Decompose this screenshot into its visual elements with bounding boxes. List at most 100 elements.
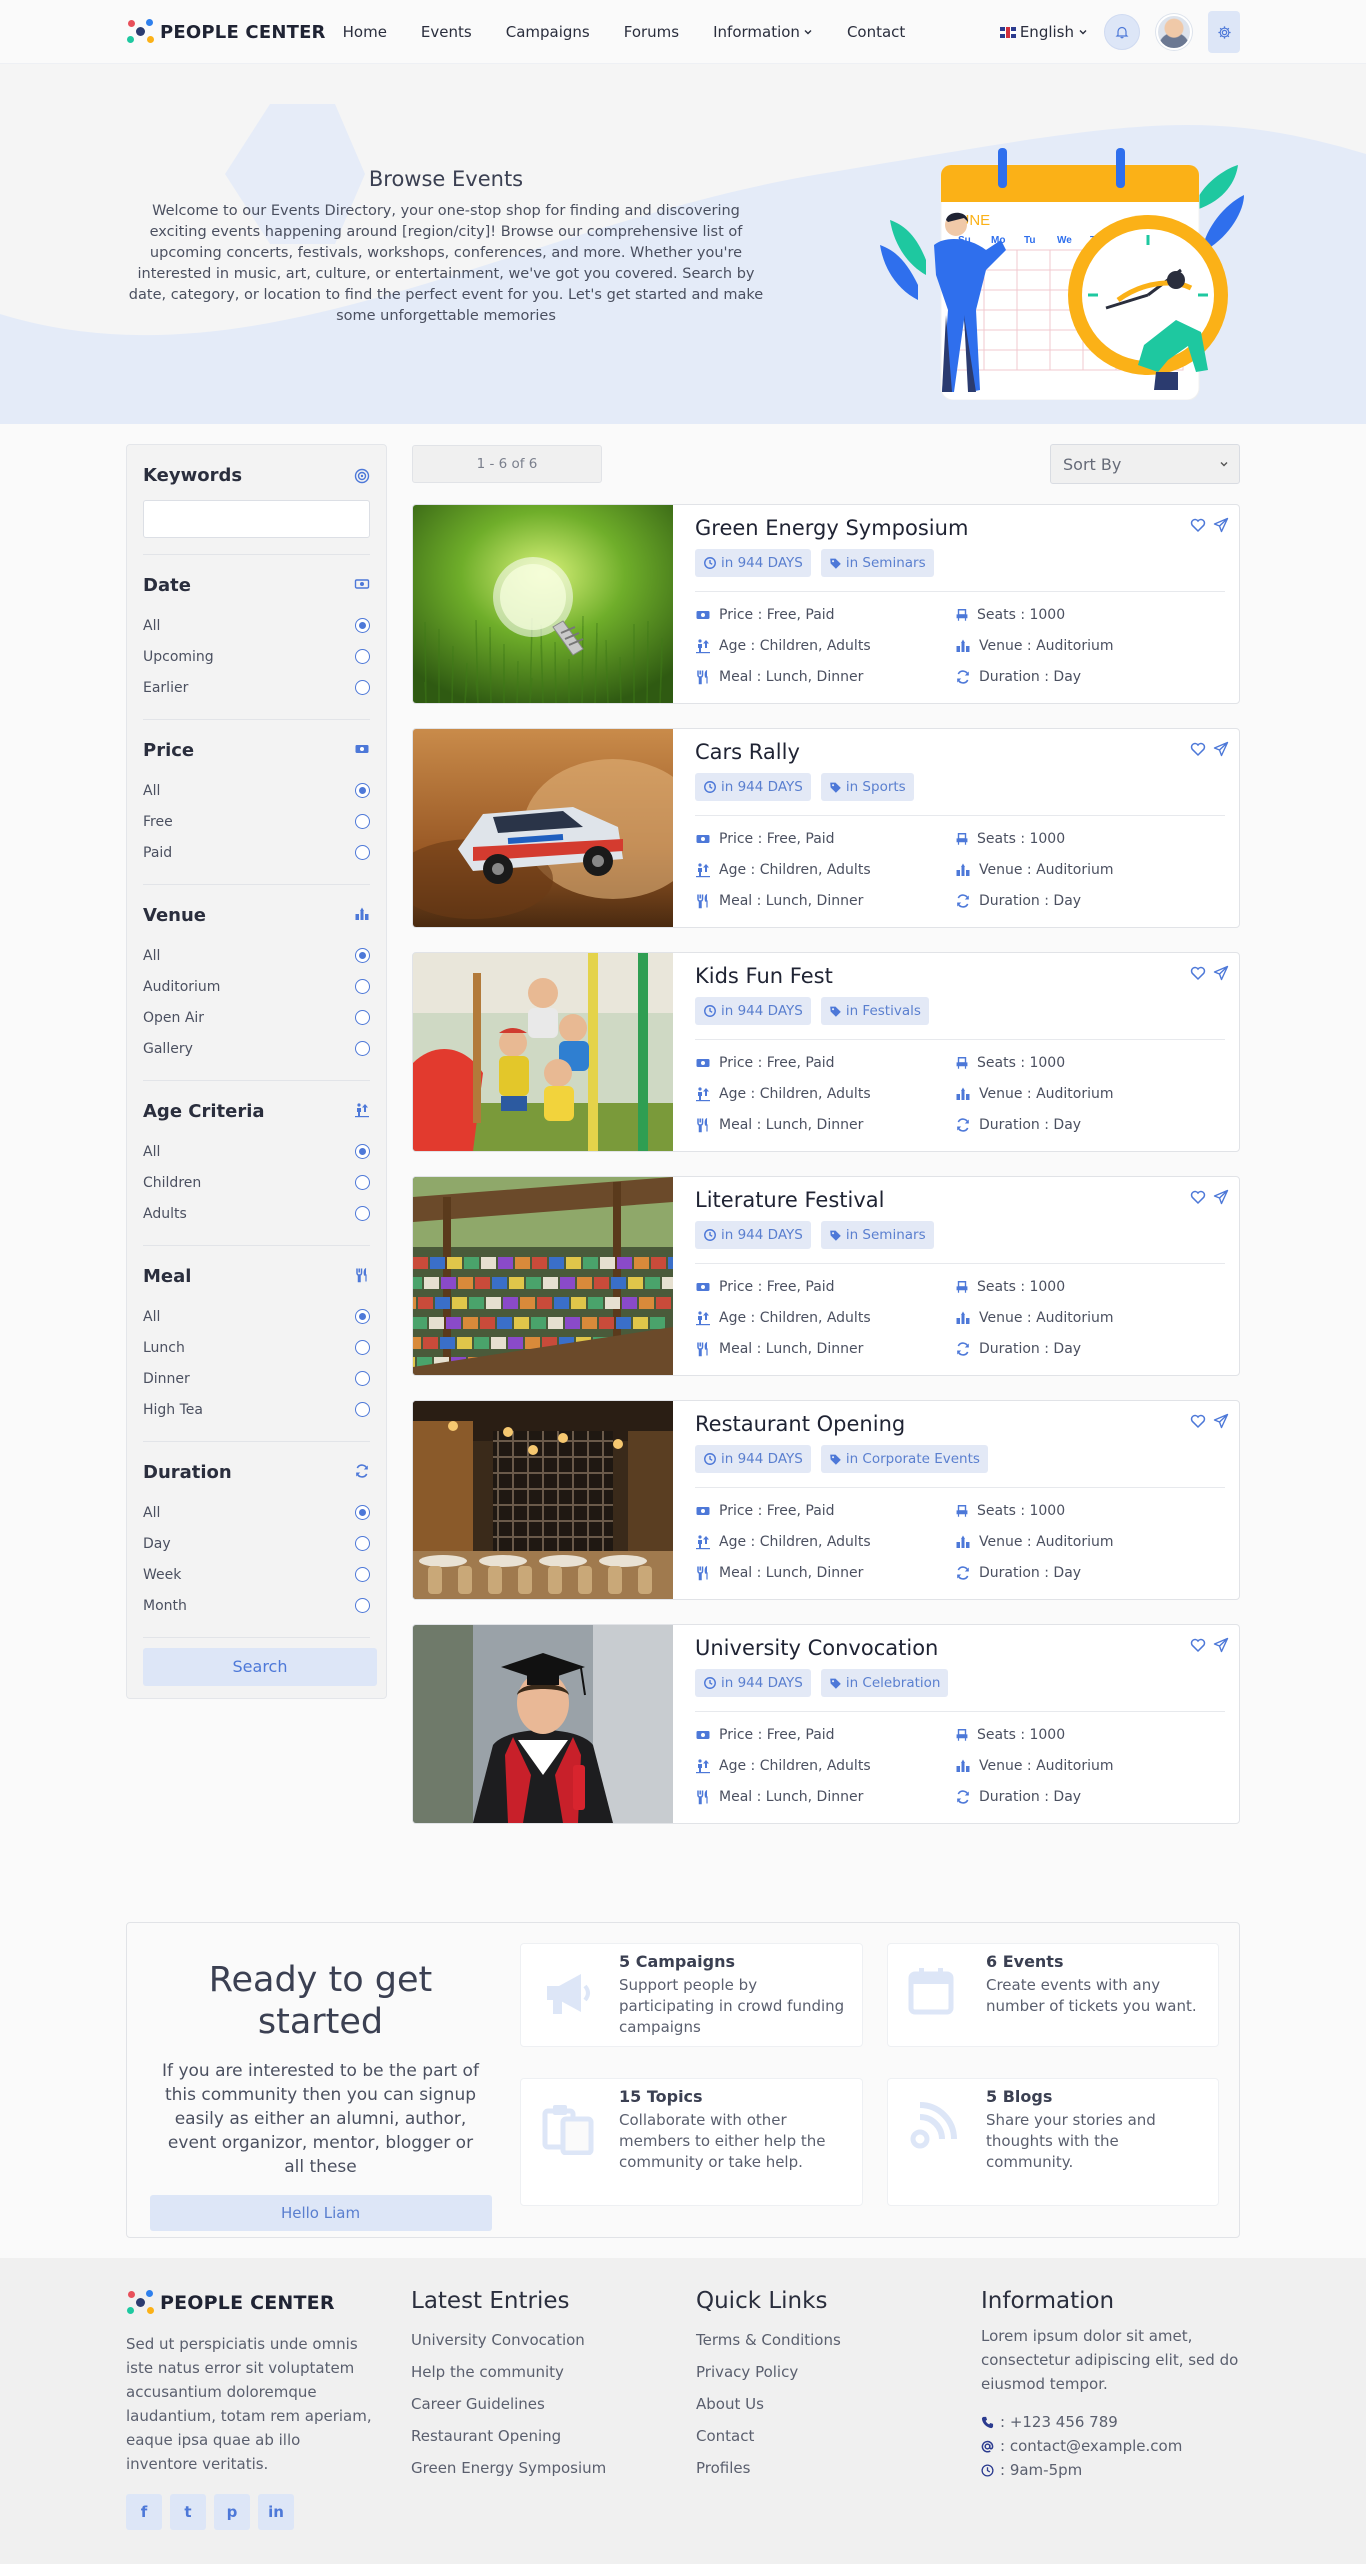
feature-card[interactable]: 6 Events Create events with any number o… bbox=[887, 1943, 1219, 2047]
footer-link[interactable]: Terms & Conditions bbox=[696, 2324, 981, 2356]
user-avatar[interactable] bbox=[1156, 14, 1192, 50]
nav-information[interactable]: Information bbox=[696, 23, 830, 41]
send-icon[interactable] bbox=[1213, 1637, 1229, 1653]
heart-icon[interactable] bbox=[1190, 965, 1206, 981]
feature-card[interactable]: 5 Campaigns Support people by participat… bbox=[520, 1943, 863, 2047]
filter-option[interactable]: Auditorium bbox=[143, 971, 370, 1002]
filter-option[interactable]: Earlier bbox=[143, 672, 370, 703]
radio-button[interactable] bbox=[355, 1567, 370, 1582]
footer-link[interactable]: Profiles bbox=[696, 2452, 981, 2484]
filter-option[interactable]: Month bbox=[143, 1590, 370, 1621]
nav-campaigns[interactable]: Campaigns bbox=[489, 23, 607, 41]
event-card[interactable]: University Convocation in 944 DAYS in Ce… bbox=[412, 1624, 1240, 1824]
filter-option[interactable]: Day bbox=[143, 1528, 370, 1559]
event-card[interactable]: Green Energy Symposium in 944 DAYS in Se… bbox=[412, 504, 1240, 704]
send-icon[interactable] bbox=[1213, 1189, 1229, 1205]
heart-icon[interactable] bbox=[1190, 741, 1206, 757]
radio-button[interactable] bbox=[355, 1041, 370, 1056]
nav-forums[interactable]: Forums bbox=[607, 23, 696, 41]
footer-link[interactable]: Contact bbox=[696, 2420, 981, 2452]
search-button[interactable]: Search bbox=[143, 1648, 377, 1686]
filter-option[interactable]: Paid bbox=[143, 837, 370, 868]
radio-button[interactable] bbox=[355, 1505, 370, 1520]
event-category-badge[interactable]: in Celebration bbox=[820, 1669, 949, 1697]
send-icon[interactable] bbox=[1213, 517, 1229, 533]
footer-link[interactable]: Restaurant Opening bbox=[411, 2420, 696, 2452]
hello-user-button[interactable]: Hello Liam bbox=[149, 2195, 492, 2231]
event-title[interactable]: Cars Rally bbox=[695, 740, 1225, 764]
radio-button[interactable] bbox=[355, 618, 370, 633]
filter-option[interactable]: Adults bbox=[143, 1198, 370, 1229]
footer-link[interactable]: Help the community bbox=[411, 2356, 696, 2388]
heart-icon[interactable] bbox=[1190, 517, 1206, 533]
event-image[interactable] bbox=[413, 953, 673, 1151]
event-category-badge[interactable]: in Festivals bbox=[820, 997, 929, 1025]
filter-option[interactable]: Open Air bbox=[143, 1002, 370, 1033]
filter-option[interactable]: All bbox=[143, 1136, 370, 1167]
filter-option[interactable]: All bbox=[143, 775, 370, 806]
event-title[interactable]: Literature Festival bbox=[695, 1188, 1225, 1212]
radio-button[interactable] bbox=[355, 1010, 370, 1025]
pinterest-icon[interactable]: p bbox=[214, 2494, 250, 2530]
event-title[interactable]: University Convocation bbox=[695, 1636, 1225, 1660]
event-image[interactable] bbox=[413, 1625, 673, 1823]
filter-option[interactable]: All bbox=[143, 1301, 370, 1332]
twitter-icon[interactable]: t bbox=[170, 2494, 206, 2530]
send-icon[interactable] bbox=[1213, 965, 1229, 981]
event-category-badge[interactable]: in Sports bbox=[820, 773, 914, 801]
event-image[interactable] bbox=[413, 1401, 673, 1599]
radio-button[interactable] bbox=[355, 649, 370, 664]
footer-link[interactable]: About Us bbox=[696, 2388, 981, 2420]
filter-option[interactable]: Free bbox=[143, 806, 370, 837]
event-title[interactable]: Green Energy Symposium bbox=[695, 516, 1225, 540]
heart-icon[interactable] bbox=[1190, 1637, 1206, 1653]
send-icon[interactable] bbox=[1213, 741, 1229, 757]
send-icon[interactable] bbox=[1213, 1413, 1229, 1429]
radio-button[interactable] bbox=[355, 979, 370, 994]
filter-option[interactable]: All bbox=[143, 610, 370, 641]
nav-home[interactable]: Home bbox=[342, 23, 404, 41]
feature-card[interactable]: 15 Topics Collaborate with other members… bbox=[520, 2078, 863, 2206]
radio-button[interactable] bbox=[355, 680, 370, 695]
radio-button[interactable] bbox=[355, 948, 370, 963]
filter-option[interactable]: Children bbox=[143, 1167, 370, 1198]
radio-button[interactable] bbox=[355, 1402, 370, 1417]
radio-button[interactable] bbox=[355, 1536, 370, 1551]
radio-button[interactable] bbox=[355, 1598, 370, 1613]
filter-option[interactable]: Lunch bbox=[143, 1332, 370, 1363]
heart-icon[interactable] bbox=[1190, 1189, 1206, 1205]
notifications-button[interactable] bbox=[1104, 14, 1140, 50]
event-category-badge[interactable]: in Seminars bbox=[820, 1221, 934, 1249]
footer-link[interactable]: University Convocation bbox=[411, 2324, 696, 2356]
filter-option[interactable]: Upcoming bbox=[143, 641, 370, 672]
event-category-badge[interactable]: in Corporate Events bbox=[820, 1445, 988, 1473]
radio-button[interactable] bbox=[355, 1206, 370, 1221]
event-title[interactable]: Restaurant Opening bbox=[695, 1412, 1225, 1436]
event-image[interactable] bbox=[413, 1177, 673, 1375]
filter-option[interactable]: Gallery bbox=[143, 1033, 370, 1064]
radio-button[interactable] bbox=[355, 1371, 370, 1386]
radio-button[interactable] bbox=[355, 1175, 370, 1190]
footer-link[interactable]: Privacy Policy bbox=[696, 2356, 981, 2388]
filter-option[interactable]: Week bbox=[143, 1559, 370, 1590]
nav-contact[interactable]: Contact bbox=[830, 23, 922, 41]
event-image[interactable] bbox=[413, 505, 673, 703]
feature-card[interactable]: 5 Blogs Share your stories and thoughts … bbox=[887, 2078, 1219, 2206]
brand-logo[interactable]: PEOPLE CENTER bbox=[126, 17, 326, 47]
event-card[interactable]: Restaurant Opening in 944 DAYS in Corpor… bbox=[412, 1400, 1240, 1600]
settings-button[interactable] bbox=[1208, 11, 1240, 53]
heart-icon[interactable] bbox=[1190, 1413, 1206, 1429]
facebook-icon[interactable]: f bbox=[126, 2494, 162, 2530]
radio-button[interactable] bbox=[355, 1309, 370, 1324]
sort-dropdown[interactable]: Sort By bbox=[1050, 444, 1240, 484]
event-category-badge[interactable]: in Seminars bbox=[820, 549, 934, 577]
radio-button[interactable] bbox=[355, 1340, 370, 1355]
filter-option[interactable]: All bbox=[143, 940, 370, 971]
language-selector[interactable]: English bbox=[999, 23, 1088, 41]
event-card[interactable]: Kids Fun Fest in 944 DAYS in Festivals P… bbox=[412, 952, 1240, 1152]
filter-option[interactable]: High Tea bbox=[143, 1394, 370, 1425]
radio-button[interactable] bbox=[355, 783, 370, 798]
filter-option[interactable]: All bbox=[143, 1497, 370, 1528]
linkedin-icon[interactable]: in bbox=[258, 2494, 294, 2530]
radio-button[interactable] bbox=[355, 1144, 370, 1159]
